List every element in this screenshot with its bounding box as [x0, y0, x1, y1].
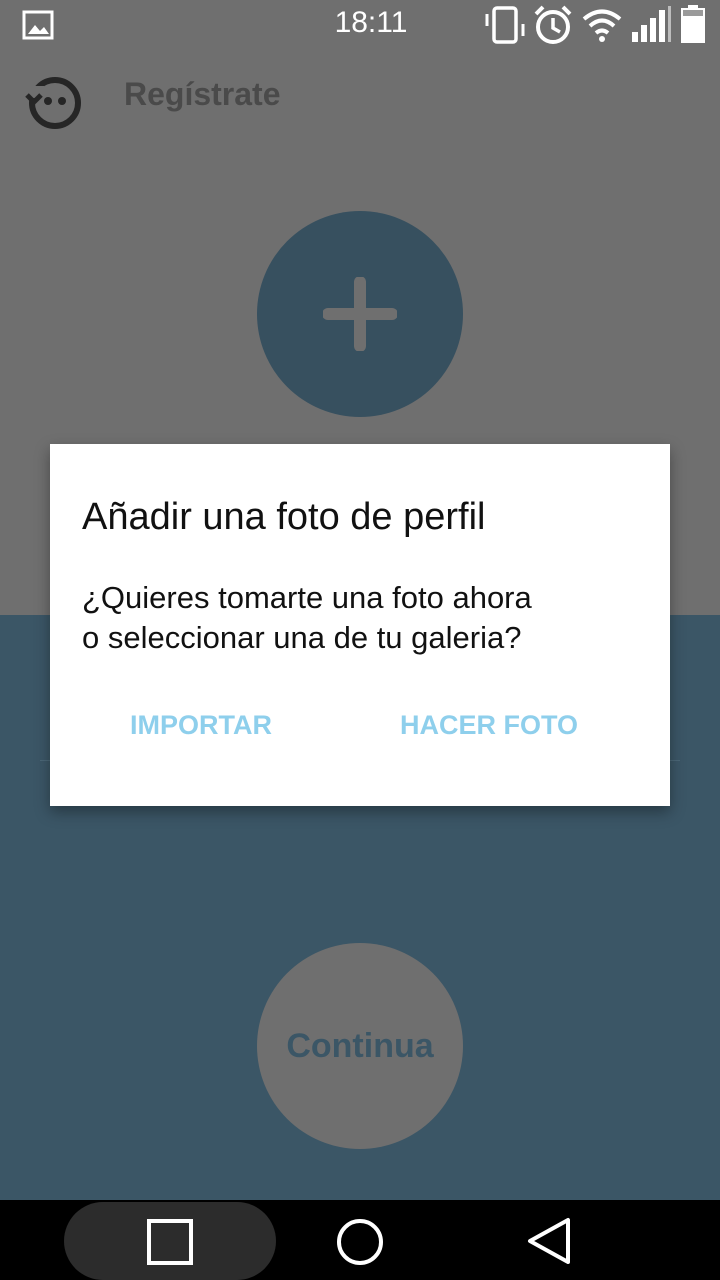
home-button[interactable] [335, 1217, 385, 1271]
plus-icon [323, 277, 397, 351]
dialog-title: Añadir una foto de perfil [82, 496, 486, 538]
alarm-icon [532, 4, 574, 50]
continue-button[interactable]: Continua [257, 943, 463, 1149]
import-button[interactable]: IMPORTAR [130, 710, 272, 741]
back-nav-button[interactable] [526, 1216, 572, 1270]
dialog-message: ¿Quieres tomarte una foto ahora o selecc… [82, 578, 642, 658]
page-title: Regístrate [124, 76, 281, 112]
back-triangle-icon [528, 1218, 570, 1264]
status-bar: 18:11 [0, 0, 720, 50]
add-photo-button[interactable] [257, 211, 463, 417]
home-circle-icon [337, 1219, 383, 1265]
recents-button[interactable] [146, 1218, 194, 1270]
wifi-icon [582, 8, 622, 46]
dialog-message-line-2: o seleccionar una de tu galeria? [82, 620, 522, 655]
take-photo-button[interactable]: HACER FOTO [400, 710, 578, 741]
vibrate-icon [484, 6, 526, 48]
signal-icon [630, 6, 672, 48]
back-face-icon [25, 77, 81, 129]
battery-icon [680, 4, 706, 48]
app-bar: Regístrate [0, 50, 720, 142]
recents-square-icon [147, 1219, 193, 1265]
navigation-bar [0, 1200, 720, 1280]
dialog-message-line-1: ¿Quieres tomarte una foto ahora [82, 580, 532, 615]
profile-photo-dialog: Añadir una foto de perfil ¿Quieres tomar… [50, 444, 670, 806]
back-button[interactable] [24, 74, 84, 130]
